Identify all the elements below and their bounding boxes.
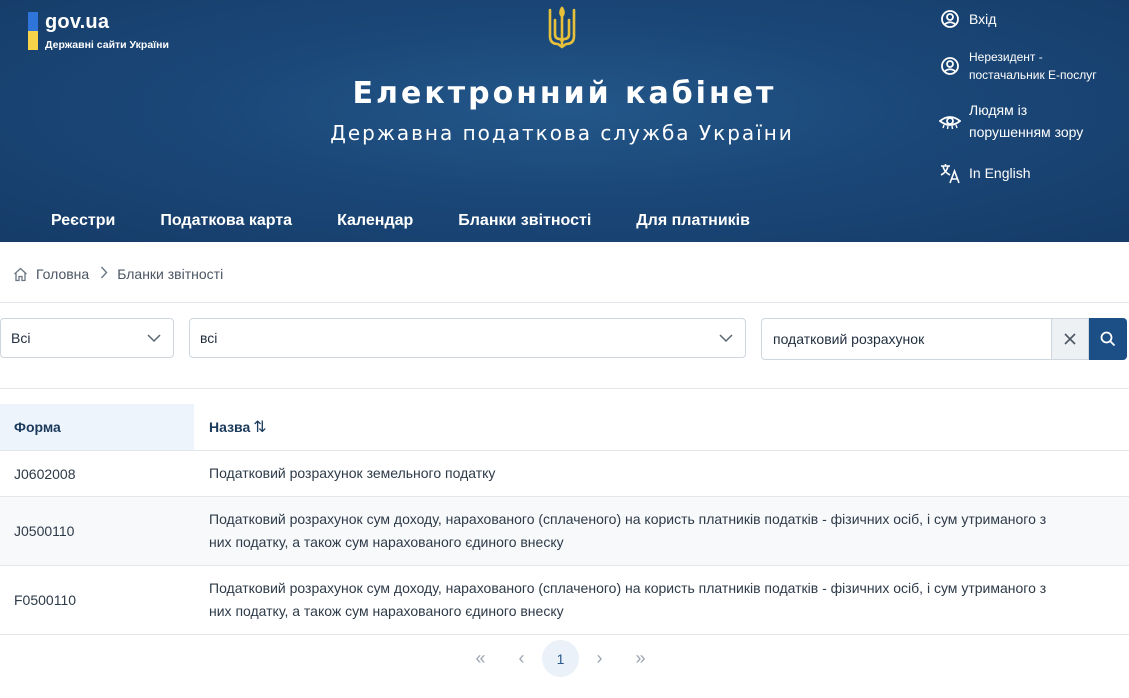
nonresident-label-line2: постачальник Е-послуг xyxy=(969,68,1097,82)
main-nav: Реєстри Податкова карта Календар Бланки … xyxy=(51,212,795,230)
row-form-code: J0602008 xyxy=(14,465,76,482)
table-row[interactable]: J0602008 Податковий розрахунок земельног… xyxy=(0,451,1129,497)
row-form-name[interactable]: Податковий розрахунок земельного податку xyxy=(194,451,1129,496)
column-header-name[interactable]: Назва ⇅ xyxy=(194,404,1129,450)
row-form-name[interactable]: Податковий розрахунок сум доходу, нарахо… xyxy=(194,497,1129,565)
nonresident-label: Нерезидент - постачальник Е-послуг xyxy=(969,48,1097,84)
nonresident-label-line1: Нерезидент - xyxy=(969,50,1043,64)
breadcrumb: Головна Бланки звітності xyxy=(13,266,223,282)
chevron-down-icon xyxy=(147,331,161,348)
filter-select-1[interactable]: Всі xyxy=(0,318,174,358)
column-header-name-label: Назва xyxy=(209,419,251,435)
table-row[interactable]: J0500110 Податковий розрахунок сум доход… xyxy=(0,497,1129,566)
vision-label-line1: Людям із xyxy=(969,102,1028,118)
prev-page-button[interactable]: ‹ xyxy=(501,640,542,677)
row-form-name[interactable]: Податковий розрахунок сум доходу, нарахо… xyxy=(194,566,1129,634)
nav-item-tax-map[interactable]: Податкова карта xyxy=(160,212,292,230)
gov-ua-name: gov.ua xyxy=(45,11,110,33)
chevron-right-icon xyxy=(100,266,108,282)
filter-select-2[interactable]: всі xyxy=(189,318,746,358)
breadcrumb-home[interactable]: Головна xyxy=(36,266,89,282)
divider xyxy=(0,388,1129,389)
divider xyxy=(0,302,1129,303)
vision-impaired-link[interactable]: Людям із порушенням зору xyxy=(938,99,1083,143)
search-icon xyxy=(1100,331,1116,347)
sort-icon[interactable]: ⇅ xyxy=(253,417,266,437)
gov-ua-logo[interactable]: gov.ua Державні сайти України xyxy=(28,12,169,51)
user-circle-icon xyxy=(938,7,962,31)
ukraine-flag-icon xyxy=(28,12,38,50)
english-link[interactable]: In English xyxy=(938,161,1030,185)
row-form-code: J0500110 xyxy=(14,523,75,539)
search-input[interactable] xyxy=(761,318,1052,360)
clear-search-button[interactable] xyxy=(1051,318,1089,360)
breadcrumb-current: Бланки звітності xyxy=(117,266,224,282)
row-form-code: F0500110 xyxy=(14,592,77,608)
search-button[interactable] xyxy=(1089,318,1127,360)
filter-select-2-value: всі xyxy=(200,330,218,346)
close-icon xyxy=(1063,332,1077,346)
nav-item-report-forms[interactable]: Бланки звітності xyxy=(458,212,591,230)
vision-impaired-label: Людям із порушенням зору xyxy=(969,99,1083,143)
nav-item-for-payers[interactable]: Для платників xyxy=(636,212,750,230)
translate-icon xyxy=(938,161,962,185)
forms-table: Форма Назва ⇅ J0602008 Податковий розрах… xyxy=(0,404,1129,635)
english-label: In English xyxy=(969,165,1031,181)
first-page-button[interactable]: « xyxy=(460,640,501,677)
nav-item-registers[interactable]: Реєстри xyxy=(51,212,115,230)
login-link[interactable]: Вхід xyxy=(938,7,996,31)
chevron-down-icon xyxy=(719,331,733,348)
filter-select-1-value: Всі xyxy=(11,330,31,346)
home-icon[interactable] xyxy=(13,267,28,282)
next-page-button[interactable]: › xyxy=(579,640,620,677)
eye-icon xyxy=(938,109,962,133)
search-box xyxy=(761,318,1127,360)
pagination: « ‹ 1 › » xyxy=(460,640,661,677)
column-header-form: Форма xyxy=(0,404,194,450)
nonresident-link[interactable]: Нерезидент - постачальник Е-послуг xyxy=(938,48,1097,84)
nav-item-calendar[interactable]: Календар xyxy=(337,212,413,230)
site-header: gov.ua Державні сайти України Електронни… xyxy=(0,0,1129,242)
vision-label-line2: порушенням зору xyxy=(969,124,1084,140)
gov-ua-subtitle: Державні сайти України xyxy=(45,39,169,51)
trident-icon xyxy=(548,6,576,49)
page-1-button[interactable]: 1 xyxy=(542,640,579,677)
table-row[interactable]: F0500110 Податковий розрахунок сум доход… xyxy=(0,566,1129,635)
table-header: Форма Назва ⇅ xyxy=(0,404,1129,451)
login-label: Вхід xyxy=(969,11,997,27)
last-page-button[interactable]: » xyxy=(620,640,661,677)
user-circle-icon xyxy=(938,54,962,78)
